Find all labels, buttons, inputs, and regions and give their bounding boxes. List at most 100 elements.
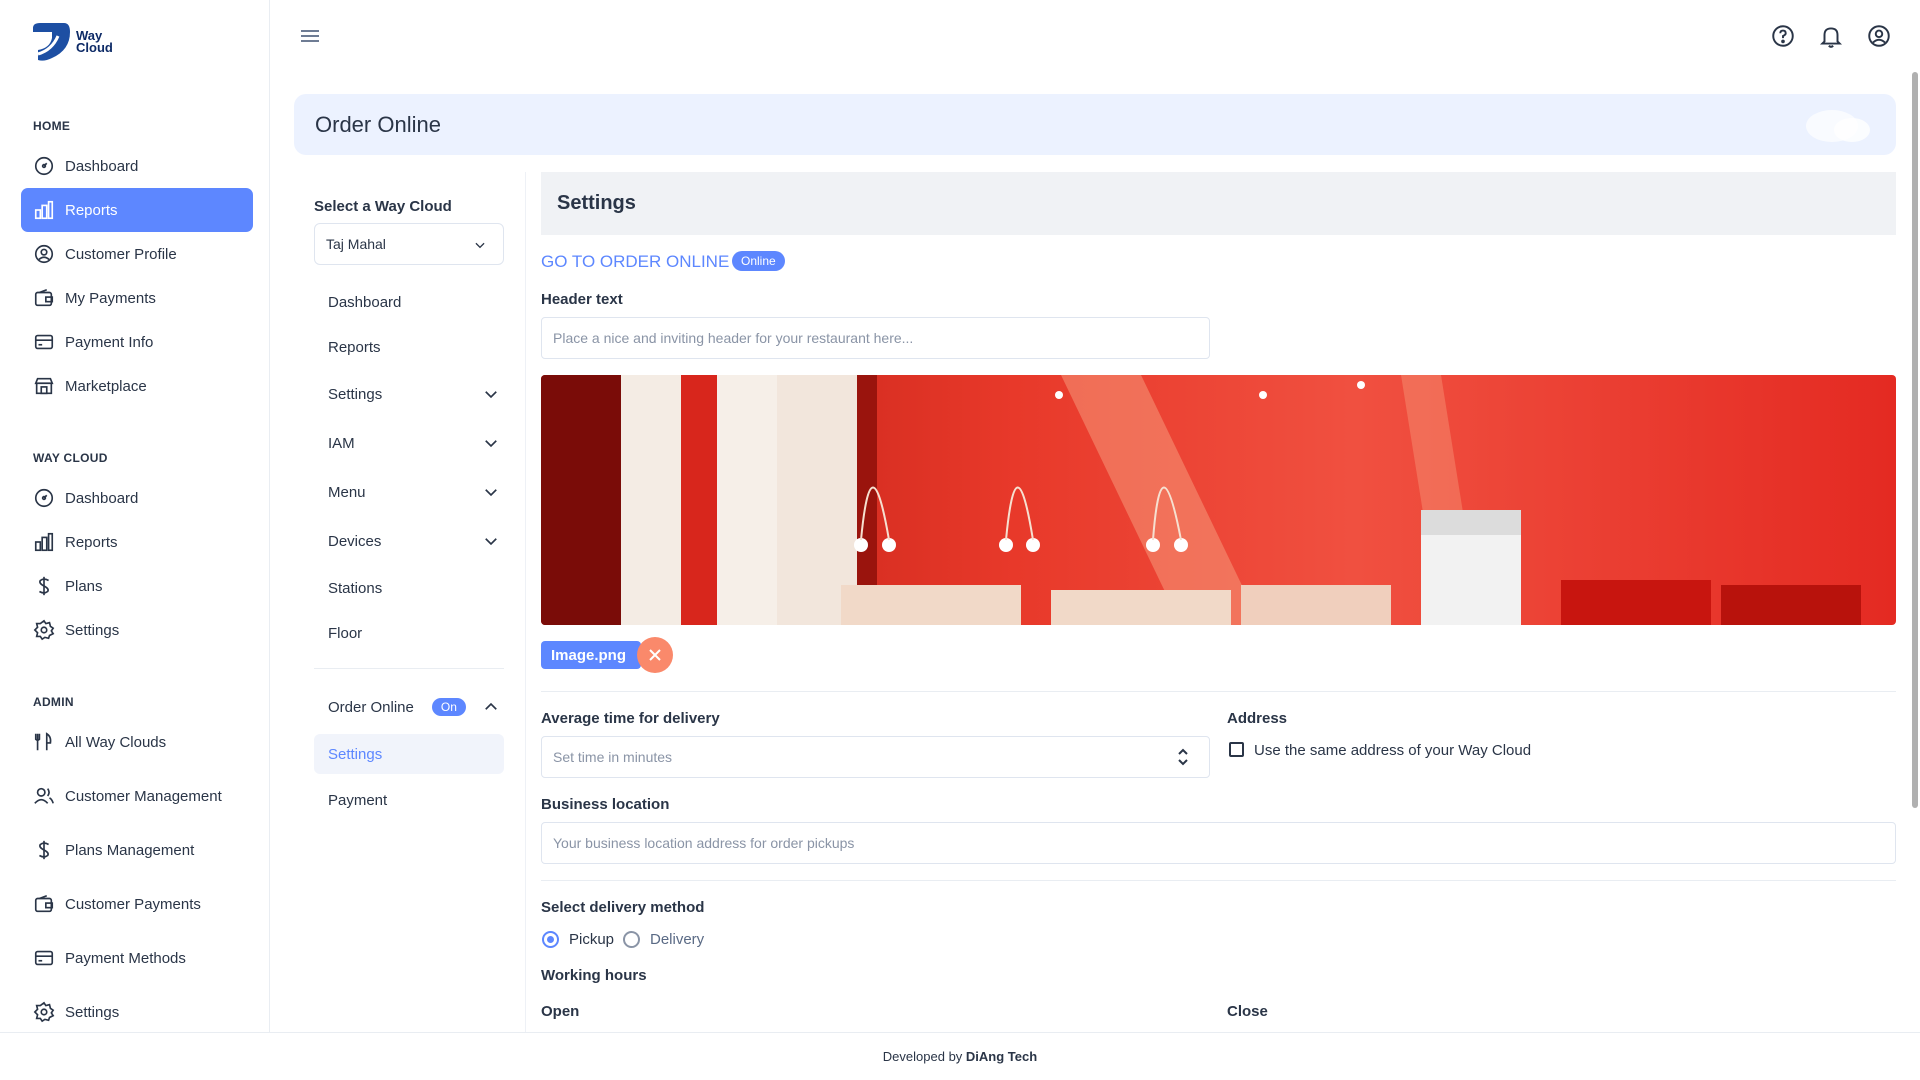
pickup-label: Pickup bbox=[569, 931, 615, 948]
sidebar-item-my-payments[interactable]: My Payments bbox=[21, 276, 253, 320]
footer-prefix: Developed by bbox=[882, 1049, 963, 1064]
submenu-item-settings[interactable]: Settings bbox=[314, 374, 504, 414]
sidebar-item-wc-reports[interactable]: Reports bbox=[21, 520, 253, 564]
dollar-icon bbox=[38, 840, 50, 860]
brand-logo[interactable]: Way Cloud bbox=[30, 20, 113, 64]
close-label: Close bbox=[1227, 1003, 1268, 1020]
section-home: HOME bbox=[33, 119, 71, 133]
submenu-item-order-online[interactable]: Order Online On bbox=[314, 687, 504, 727]
wallet-icon bbox=[34, 894, 54, 913]
submenu-divider bbox=[314, 668, 504, 669]
sidebar-item-label: Dashboard bbox=[65, 157, 139, 175]
avg-delivery-label: Average time for delivery bbox=[541, 710, 720, 727]
sidebar-item-label: Settings bbox=[65, 621, 120, 639]
section-admin: ADMIN bbox=[33, 695, 74, 709]
submenu-item-reports[interactable]: Reports bbox=[314, 327, 504, 367]
footer-company[interactable]: DiAng Tech bbox=[966, 1049, 1037, 1064]
dollar-icon bbox=[38, 576, 50, 596]
header-text-input[interactable]: Place a nice and inviting header for you… bbox=[541, 317, 1210, 359]
submenu-item-devices[interactable]: Devices bbox=[314, 521, 504, 561]
sidebar-item-customer-payments[interactable]: Customer Payments bbox=[21, 882, 253, 926]
sidebar-item-plans-management[interactable]: Plans Management bbox=[21, 828, 253, 872]
chevron-down-icon bbox=[485, 391, 497, 399]
submenu-item-dashboard[interactable]: Dashboard bbox=[314, 282, 504, 322]
header-text-label: Header text bbox=[541, 291, 623, 308]
sidebar-item-payment-info[interactable]: Payment Info bbox=[21, 320, 253, 364]
delivery-label: Delivery bbox=[650, 931, 705, 948]
address-label: Address bbox=[1227, 710, 1288, 727]
sidebar-item-label: Payment Info bbox=[65, 333, 154, 351]
sidebar-item-wc-dashboard[interactable]: Dashboard bbox=[21, 476, 253, 520]
delivery-radio[interactable] bbox=[623, 931, 640, 948]
sidebar-item-label: Customer Payments bbox=[65, 895, 201, 913]
sidebar-item-dashboard[interactable]: Dashboard bbox=[21, 144, 253, 188]
business-location-input[interactable]: Your business location address for order… bbox=[541, 822, 1896, 864]
sidebar-item-payment-methods[interactable]: Payment Methods bbox=[21, 936, 253, 980]
sidebar-item-label: Reports bbox=[65, 201, 118, 219]
page-scrollbar[interactable] bbox=[1912, 72, 1918, 808]
chevron-down-icon bbox=[485, 538, 497, 546]
submenu-item-menu[interactable]: Menu bbox=[314, 472, 504, 512]
menu-toggle-icon[interactable] bbox=[298, 24, 322, 48]
same-address-label: Use the same address of your Way Cloud bbox=[1254, 742, 1532, 759]
submenu-item-stations[interactable]: Stations bbox=[314, 568, 504, 608]
chevron-up-icon bbox=[485, 702, 497, 710]
sidebar-item-reports[interactable]: Reports bbox=[21, 188, 253, 232]
sidebar-item-label: All Way Clouds bbox=[65, 733, 167, 751]
working-hours-label: Working hours bbox=[541, 967, 647, 984]
submenu-item-iam[interactable]: IAM bbox=[314, 423, 504, 463]
gauge-icon bbox=[34, 488, 54, 508]
page-title: Order Online bbox=[315, 112, 441, 137]
sidebar-item-label: Reports bbox=[65, 533, 118, 551]
go-to-order-online-link[interactable]: GO TO ORDER ONLINE bbox=[541, 252, 729, 272]
number-stepper-icon[interactable] bbox=[1175, 747, 1191, 767]
pickup-radio[interactable] bbox=[542, 931, 559, 948]
settings-title: Settings bbox=[557, 192, 636, 214]
select-way-cloud-label: Select a Way Cloud bbox=[314, 198, 452, 215]
page-header: Order Online bbox=[294, 94, 1896, 155]
delivery-method-label: Select delivery method bbox=[541, 899, 705, 916]
sidebar-item-admin-settings[interactable]: Settings bbox=[21, 990, 253, 1034]
section-divider bbox=[541, 880, 1896, 881]
bar-chart-icon bbox=[34, 532, 54, 552]
image-file-chip: Image.png bbox=[541, 641, 641, 669]
submenu-item-order-online-settings[interactable]: Settings bbox=[314, 734, 504, 774]
business-location-label: Business location bbox=[541, 796, 670, 813]
sidebar-item-label: Plans Management bbox=[65, 841, 195, 859]
section-divider bbox=[541, 691, 1896, 692]
sidebar-item-all-way-clouds[interactable]: All Way Clouds bbox=[21, 720, 253, 764]
panel-divider bbox=[525, 172, 526, 1032]
sidebar-item-marketplace[interactable]: Marketplace bbox=[21, 364, 253, 408]
chevron-down-icon bbox=[475, 242, 485, 249]
sidebar-item-label: Settings bbox=[65, 1003, 120, 1021]
sidebar-item-customer-management[interactable]: Customer Management bbox=[21, 774, 253, 818]
sidebar-item-label: Plans bbox=[65, 577, 103, 595]
remove-image-button[interactable] bbox=[637, 637, 673, 673]
way-cloud-select[interactable]: Taj Mahal bbox=[314, 223, 504, 265]
sidebar: Way Cloud HOME Dashboard Reports Custome… bbox=[0, 0, 270, 1032]
cloud-decoration-icon bbox=[1806, 110, 1870, 142]
bell-icon[interactable] bbox=[1818, 23, 1844, 49]
submenu-item-floor[interactable]: Floor bbox=[314, 613, 504, 653]
settings-header: Settings bbox=[541, 172, 1896, 235]
credit-card-icon bbox=[34, 334, 54, 350]
account-icon[interactable] bbox=[1866, 23, 1892, 49]
utensils-icon bbox=[34, 732, 52, 751]
online-status-badge: Online bbox=[732, 251, 785, 271]
sidebar-item-wc-settings[interactable]: Settings bbox=[21, 608, 253, 652]
submenu-item-order-online-payment[interactable]: Payment bbox=[314, 780, 504, 820]
section-way-cloud: WAY CLOUD bbox=[33, 451, 108, 465]
help-icon[interactable] bbox=[1770, 23, 1796, 49]
chevron-down-icon bbox=[485, 489, 497, 497]
users-icon bbox=[34, 787, 54, 804]
sidebar-item-customer-profile[interactable]: Customer Profile bbox=[21, 232, 253, 276]
avg-delivery-input[interactable]: Set time in minutes bbox=[541, 736, 1210, 778]
way-cloud-logo-icon bbox=[33, 23, 70, 61]
sidebar-item-wc-plans[interactable]: Plans bbox=[21, 564, 253, 608]
footer: Developed by DiAng Tech bbox=[0, 1032, 1920, 1080]
store-icon bbox=[34, 377, 54, 395]
chevron-down-icon bbox=[485, 440, 497, 448]
close-icon bbox=[649, 649, 661, 661]
sidebar-item-label: Payment Methods bbox=[65, 949, 186, 967]
same-address-checkbox[interactable] bbox=[1229, 742, 1244, 757]
